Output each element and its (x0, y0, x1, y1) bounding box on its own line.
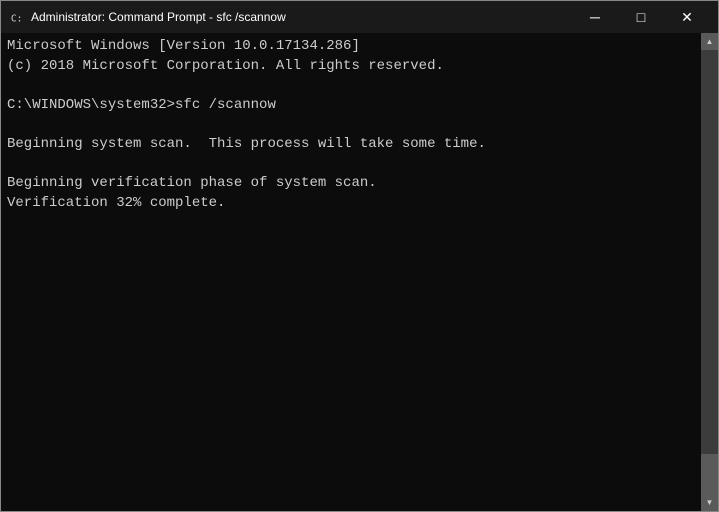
scrollbar-track (701, 50, 718, 494)
close-button[interactable]: ✕ (664, 1, 710, 33)
window-title: Administrator: Command Prompt - sfc /sca… (31, 10, 572, 24)
scrollbar-thumb[interactable] (701, 454, 718, 494)
terminal-body: Microsoft Windows [Version 10.0.17134.28… (1, 33, 718, 511)
minimize-button[interactable]: ─ (572, 1, 618, 33)
terminal-output[interactable]: Microsoft Windows [Version 10.0.17134.28… (1, 33, 701, 511)
scrollbar: ▲ ▼ (701, 33, 718, 511)
title-bar: C: Administrator: Command Prompt - sfc /… (1, 1, 718, 33)
scroll-down-button[interactable]: ▼ (701, 494, 718, 511)
cmd-window: C: Administrator: Command Prompt - sfc /… (0, 0, 719, 512)
window-controls: ─ □ ✕ (572, 1, 710, 33)
maximize-button[interactable]: □ (618, 1, 664, 33)
cmd-icon: C: (9, 9, 25, 25)
scroll-up-button[interactable]: ▲ (701, 33, 718, 50)
svg-text:C:: C: (11, 13, 23, 24)
